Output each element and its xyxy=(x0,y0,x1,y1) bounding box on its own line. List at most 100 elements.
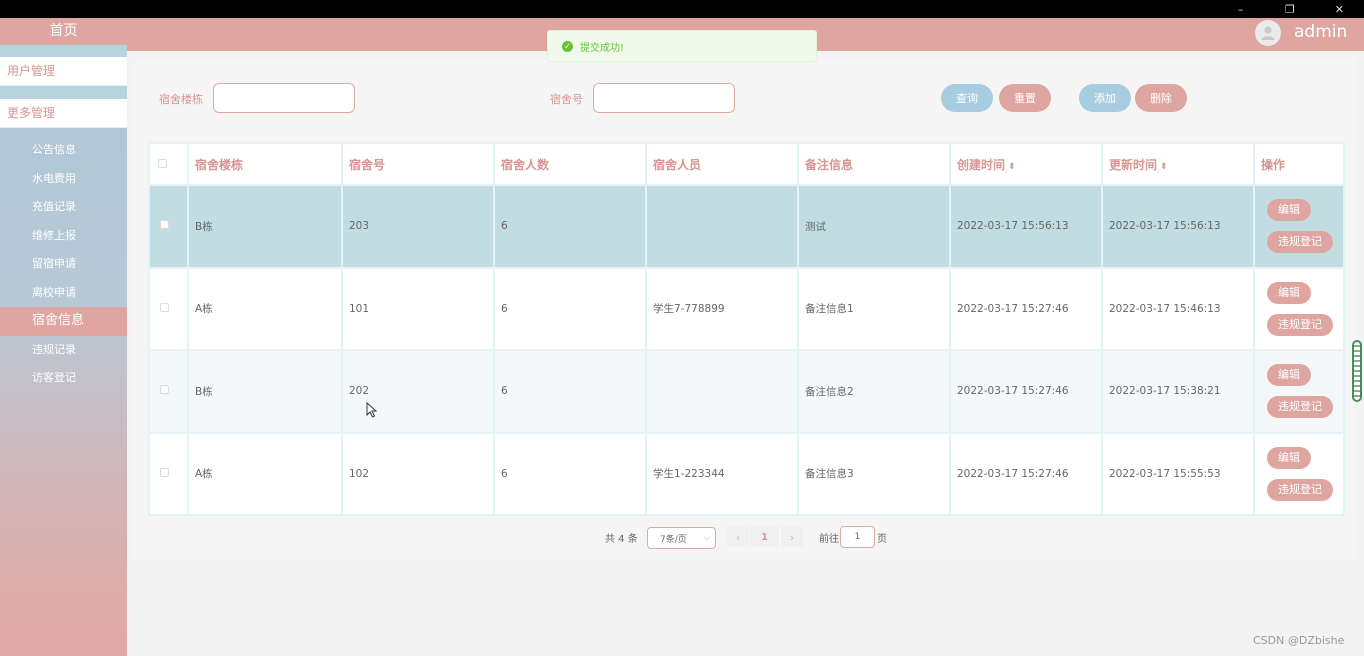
cell-updated: 2022-03-17 15:55:53 xyxy=(1101,431,1255,516)
next-page-button[interactable]: › xyxy=(781,527,803,547)
select-all-cell xyxy=(148,142,189,186)
column-header: 备注信息 xyxy=(797,142,951,186)
sidebar: 首页 用户管理 更多管理 公告信息 水电费用 充值记录 维修上报 留宿申请 离校… xyxy=(0,18,127,656)
cell-created: 2022-03-17 15:27:46 xyxy=(949,266,1103,351)
cell-members: 学生1-223344 xyxy=(645,431,799,516)
add-button[interactable]: 添加 xyxy=(1079,84,1131,112)
edit-button[interactable]: 编辑 xyxy=(1267,199,1311,222)
cell-count: 6 xyxy=(493,349,647,434)
cell-created: 2022-03-17 15:56:13 xyxy=(949,184,1103,269)
edit-button[interactable]: 编辑 xyxy=(1267,281,1311,304)
scrollbar-thumb[interactable] xyxy=(1352,340,1362,402)
chevron-down-icon: ⌵ xyxy=(703,533,710,542)
table-row[interactable]: A栋 102 6 学生1-223344 备注信息3 2022-03-17 15:… xyxy=(148,431,1345,516)
goto-suffix: 页 xyxy=(877,533,887,545)
sort-icon[interactable]: ⬍ xyxy=(1008,162,1016,172)
cell-count: 6 xyxy=(493,431,647,516)
cell-remark: 备注信息3 xyxy=(797,431,951,516)
column-header-sortable[interactable]: 创建时间 ⬍ xyxy=(949,142,1103,186)
toast-message: 提交成功! xyxy=(580,42,625,54)
delete-button[interactable]: 删除 xyxy=(1135,84,1187,112)
cell-building: B栋 xyxy=(187,349,343,434)
table-header-row: 宿舍楼栋 宿舍号 宿舍人数 宿舍人员 备注信息 创建时间 ⬍ 更新时间 ⬍ 操作 xyxy=(148,142,1345,186)
mouse-cursor-icon xyxy=(366,402,377,418)
column-header-label: 创建时间 xyxy=(957,157,1006,172)
sidebar-item-utility-fees[interactable]: 水电费用 xyxy=(0,165,127,194)
chevron-left-icon: ‹ xyxy=(735,530,741,544)
page-size-select[interactable]: 7条/页 ⌵ xyxy=(647,527,716,549)
room-input[interactable] xyxy=(593,83,735,113)
cell-room: 202 xyxy=(341,349,495,434)
minimize-icon[interactable]: – xyxy=(1216,0,1265,18)
cell-actions: 编辑 违规登记 xyxy=(1253,431,1345,516)
row-checkbox[interactable] xyxy=(160,302,169,312)
avatar[interactable] xyxy=(1255,20,1281,46)
row-checkbox[interactable] xyxy=(160,385,169,395)
sidebar-item-violation-records[interactable]: 违规记录 xyxy=(0,336,127,365)
row-select-cell xyxy=(148,266,189,351)
query-button[interactable]: 查询 xyxy=(941,84,993,112)
edit-button[interactable]: 编辑 xyxy=(1267,364,1311,387)
success-toast: ✓ 提交成功! xyxy=(547,30,817,62)
cell-actions: 编辑 违规登记 xyxy=(1253,184,1345,269)
row-select-cell xyxy=(148,349,189,434)
sidebar-item-visitor-registration[interactable]: 访客登记 xyxy=(0,364,127,393)
cell-actions: 编辑 违规登记 xyxy=(1253,266,1345,351)
cell-count: 6 xyxy=(493,266,647,351)
sidebar-group-user-management[interactable]: 用户管理 xyxy=(0,57,127,86)
prev-page-button[interactable]: ‹ xyxy=(727,527,749,547)
violation-register-button[interactable]: 违规登记 xyxy=(1267,313,1333,336)
sidebar-item-repair-reports[interactable]: 维修上报 xyxy=(0,222,127,251)
window-controls: – ❐ ✕ xyxy=(1216,0,1364,18)
building-input[interactable] xyxy=(213,83,355,113)
building-label: 宿舍楼栋 xyxy=(159,93,203,106)
cell-updated: 2022-03-17 15:56:13 xyxy=(1101,184,1255,269)
violation-register-button[interactable]: 违规登记 xyxy=(1267,478,1333,501)
pagination-total: 共 4 条 xyxy=(605,533,638,545)
row-select-cell xyxy=(148,431,189,516)
table-row[interactable]: A栋 101 6 学生7-778899 备注信息1 2022-03-17 15:… xyxy=(148,266,1345,351)
room-label: 宿舍号 xyxy=(550,93,583,106)
username[interactable]: admin xyxy=(1294,22,1347,42)
cell-room: 102 xyxy=(341,431,495,516)
row-checkbox[interactable] xyxy=(160,467,169,477)
column-header: 宿舍号 xyxy=(341,142,495,186)
reset-button[interactable]: 重置 xyxy=(999,84,1051,112)
column-header: 操作 xyxy=(1253,142,1345,186)
user-icon xyxy=(1261,26,1275,40)
sidebar-item-dorm-info[interactable]: 宿舍信息 xyxy=(0,307,127,336)
edit-button[interactable]: 编辑 xyxy=(1267,446,1311,469)
row-checkbox[interactable] xyxy=(160,220,169,230)
sidebar-group-more-management[interactable]: 更多管理 xyxy=(0,99,127,128)
sidebar-home[interactable]: 首页 xyxy=(0,18,127,45)
column-header: 宿舍楼栋 xyxy=(187,142,343,186)
watermark: CSDN @DZbishe xyxy=(1253,634,1345,647)
cell-building: B栋 xyxy=(187,184,343,269)
violation-register-button[interactable]: 违规登记 xyxy=(1267,231,1333,254)
page-number-current[interactable]: 1 xyxy=(750,527,779,547)
column-header-label: 更新时间 xyxy=(1109,157,1158,172)
sidebar-item-stay-applications[interactable]: 留宿申请 xyxy=(0,250,127,279)
cell-remark: 测试 xyxy=(797,184,951,269)
sidebar-item-announcements[interactable]: 公告信息 xyxy=(0,136,127,165)
cell-count: 6 xyxy=(493,184,647,269)
cell-actions: 编辑 违规登记 xyxy=(1253,349,1345,434)
cell-remark: 备注信息2 xyxy=(797,349,951,434)
table-row[interactable]: B栋 202 6 备注信息2 2022-03-17 15:27:46 2022-… xyxy=(148,349,1345,434)
sort-icon[interactable]: ⬍ xyxy=(1160,162,1168,172)
page-size-value: 7条/页 xyxy=(660,534,687,545)
cell-members xyxy=(645,349,799,434)
violation-register-button[interactable]: 违规登记 xyxy=(1267,396,1333,419)
close-icon[interactable]: ✕ xyxy=(1315,0,1364,18)
select-all-checkbox[interactable] xyxy=(158,159,167,168)
sidebar-item-recharge-records[interactable]: 充值记录 xyxy=(0,193,127,222)
goto-page-input[interactable]: 1 xyxy=(840,526,875,548)
cell-members xyxy=(645,184,799,269)
cell-room: 101 xyxy=(341,266,495,351)
sidebar-item-leave-applications[interactable]: 离校申请 xyxy=(0,279,127,308)
column-header-sortable[interactable]: 更新时间 ⬍ xyxy=(1101,142,1255,186)
restore-icon[interactable]: ❐ xyxy=(1265,0,1314,18)
cell-updated: 2022-03-17 15:46:13 xyxy=(1101,266,1255,351)
table-row[interactable]: B栋 203 6 测试 2022-03-17 15:56:13 2022-03-… xyxy=(148,184,1345,269)
sidebar-divider xyxy=(0,86,127,99)
